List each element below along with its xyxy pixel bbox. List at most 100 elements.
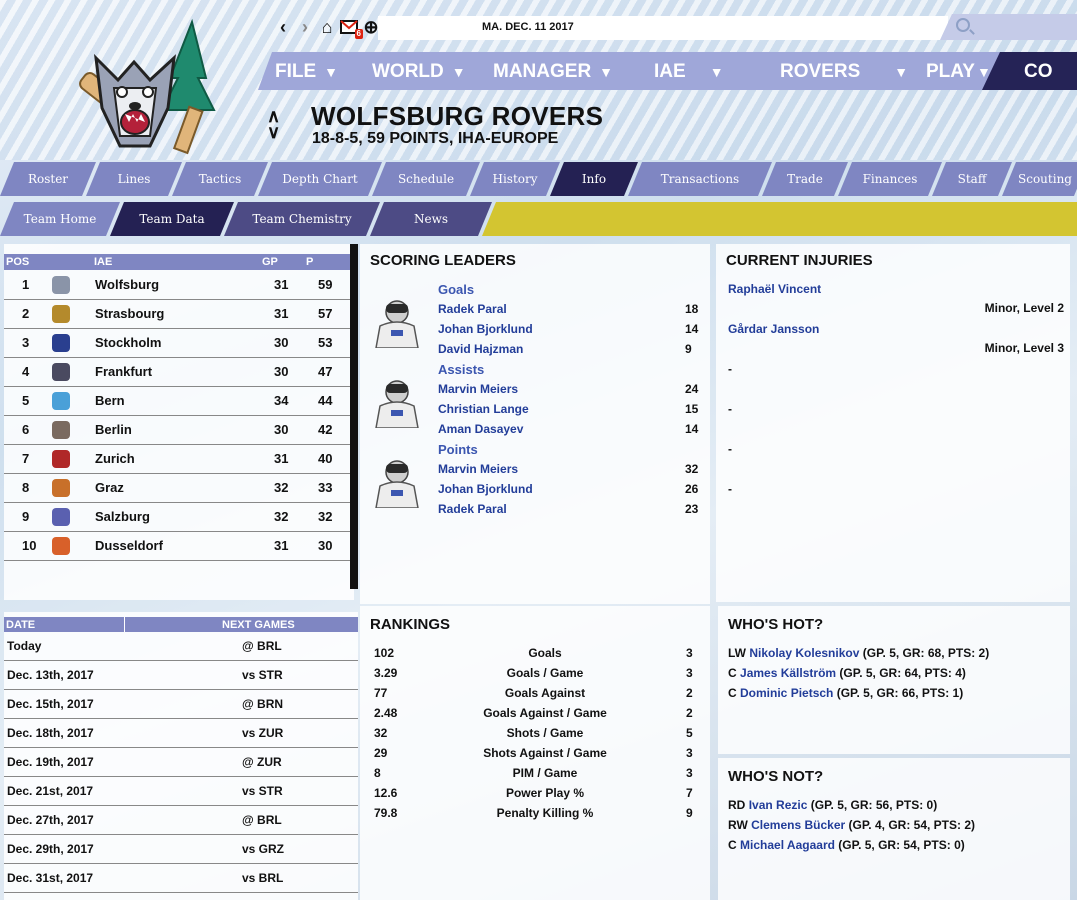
leader-player-link[interactable]: Marvin Meiers	[438, 382, 518, 396]
menu-iae[interactable]: IAE ▼	[654, 61, 724, 83]
menu-world[interactable]: WORLD ▼	[372, 61, 466, 83]
ranking-label: Goals Against	[504, 686, 586, 700]
standings-pos: 6	[22, 422, 30, 437]
standings-team: Wolfsburg	[95, 277, 160, 292]
tab-tactics[interactable]: Tactics	[172, 162, 268, 196]
team-logo-icon	[52, 421, 70, 439]
tab-lines[interactable]: Lines	[86, 162, 182, 196]
leader-player-link[interactable]: Johan Bjorklund	[438, 322, 533, 336]
tab-news[interactable]: News	[370, 202, 492, 236]
game-opponent: vs ZUR	[242, 726, 284, 740]
tab-scouting[interactable]: Scouting	[1002, 162, 1077, 196]
home-icon[interactable]: ⌂	[316, 15, 338, 39]
search-input[interactable]	[940, 14, 1077, 40]
back-arrow-icon[interactable]: ‹	[272, 15, 294, 39]
player-name-link[interactable]: Clemens Bücker	[751, 818, 845, 832]
standings-pos: 1	[22, 277, 30, 292]
game-row[interactable]: Dec. 29th, 2017 vs GRZ	[4, 835, 358, 864]
player-avatar	[372, 376, 422, 429]
chevron-down-icon: ▼	[894, 64, 909, 80]
menu-rovers[interactable]: ROVERS ▼	[780, 61, 908, 83]
standings-row[interactable]: 3 Stockholm 30 53	[4, 329, 350, 358]
player-line: LW Nikolay Kolesnikov (GP. 5, GR: 68, PT…	[728, 646, 989, 660]
leader-player-link[interactable]: Radek Paral	[438, 302, 507, 316]
game-row[interactable]: Dec. 15th, 2017 @ BRN	[4, 690, 358, 719]
standings-row[interactable]: 5 Bern 34 44	[4, 387, 350, 416]
standings-row[interactable]: 7 Zurich 31 40	[4, 445, 350, 474]
player-name-link[interactable]: Michael Aagaard	[740, 838, 835, 852]
injured-player-link[interactable]: Gårdar Jansson	[728, 322, 819, 336]
standings-row[interactable]: 2 Strasbourg 31 57	[4, 300, 350, 329]
team-logo-icon	[52, 334, 70, 352]
ranking-rank: 3	[686, 666, 693, 680]
tab-schedule[interactable]: Schedule	[372, 162, 480, 196]
tab-team-home[interactable]: Team Home	[0, 202, 120, 236]
player-name-link[interactable]: James Källström	[740, 666, 836, 680]
leader-player-link[interactable]: David Hajzman	[438, 342, 523, 356]
standings-points: 53	[318, 335, 333, 350]
leader-player-link[interactable]: Christian Lange	[438, 402, 529, 416]
scoring-leaders-title: SCORING LEADERS	[370, 252, 516, 269]
leader-value: 24	[685, 382, 699, 396]
menu-play[interactable]: PLAY ▼	[926, 61, 991, 83]
leader-player-link[interactable]: Radek Paral	[438, 502, 507, 516]
player-position: RW	[728, 818, 748, 832]
standings-row[interactable]: 8 Graz 32 33	[4, 474, 350, 503]
game-row[interactable]: Dec. 31st, 2017 vs BRL	[4, 864, 358, 893]
standings-points: 42	[318, 422, 333, 437]
tab-trade[interactable]: Trade	[762, 162, 848, 196]
current-date: MA. DEC. 11 2017	[482, 21, 574, 33]
game-row[interactable]: Dec. 27th, 2017 @ BRL	[4, 806, 358, 835]
leader-player-link[interactable]: Aman Dasayev	[438, 422, 523, 436]
standings-scrollbar[interactable]	[350, 244, 358, 589]
game-row[interactable]: Dec. 18th, 2017 vs ZUR	[4, 719, 358, 748]
standings-row[interactable]: 9 Salzburg 32 32	[4, 503, 350, 532]
secondary-tabs: Team Home Team Data Team Chemistry News	[0, 202, 1077, 236]
player-name-link[interactable]: Nikolay Kolesnikov	[749, 646, 859, 660]
standings-row[interactable]: 1 Wolfsburg 31 59	[4, 271, 350, 300]
game-row[interactable]: Dec. 21st, 2017 vs STR	[4, 777, 358, 806]
team-logo	[74, 18, 224, 160]
ranking-label: Penalty Killing %	[496, 806, 594, 820]
injured-player-link[interactable]: Raphaël Vincent	[728, 282, 821, 296]
tab-team-data[interactable]: Team Data	[110, 202, 234, 236]
search-icon[interactable]	[956, 18, 970, 32]
standings-gp: 30	[274, 364, 289, 379]
tab-history[interactable]: History	[470, 162, 560, 196]
game-row[interactable]: Dec. 19th, 2017 @ ZUR	[4, 748, 358, 777]
empty-slot: -	[728, 442, 732, 456]
tab-roster[interactable]: Roster	[0, 162, 96, 196]
standings-row[interactable]: 6 Berlin 30 42	[4, 416, 350, 445]
menu-file[interactable]: FILE ▼	[275, 61, 338, 83]
leader-value: 9	[685, 342, 692, 356]
game-row[interactable]: Dec. 13th, 2017 vs STR	[4, 661, 358, 690]
standings-row[interactable]: 10 Dusseldorf 31 30	[4, 532, 350, 561]
ranking-value: 29	[374, 746, 388, 760]
standings-team: Stockholm	[95, 335, 162, 350]
player-stats: (GP. 5, GR: 64, PTS: 4)	[839, 666, 966, 680]
menu-manager[interactable]: MANAGER ▼	[493, 61, 613, 83]
leader-player-link[interactable]: Johan Bjorklund	[438, 482, 533, 496]
leader-value: 26	[685, 482, 699, 496]
tab-info[interactable]: Info	[550, 162, 638, 196]
next-games-header: DATE NEXT GAMES	[4, 617, 358, 632]
tab-finances[interactable]: Finances	[838, 162, 942, 196]
tab-team-chemistry[interactable]: Team Chemistry	[224, 202, 380, 236]
standings-gp: 30	[274, 422, 289, 437]
leader-player-link[interactable]: Marvin Meiers	[438, 462, 518, 476]
player-stats: (GP. 5, GR: 56, PTS: 0)	[810, 798, 938, 812]
empty-slot: -	[728, 482, 732, 496]
team-switch-arrows[interactable]: ∧ ∨	[267, 107, 280, 141]
player-name-link[interactable]: Dominic Pietsch	[740, 686, 833, 700]
forward-arrow-icon[interactable]: ›	[294, 15, 316, 39]
ranking-value: 32	[374, 726, 388, 740]
mail-icon[interactable]: 6	[338, 15, 363, 39]
whos-hot-panel: WHO'S HOT? LW Nikolay Kolesnikov (GP. 5,…	[718, 606, 1070, 754]
leader-category: Points	[438, 442, 478, 457]
standings-row[interactable]: 4 Frankfurt 30 47	[4, 358, 350, 387]
game-row[interactable]: Today @ BRL	[4, 632, 358, 661]
tab-transactions[interactable]: Transactions	[628, 162, 772, 196]
tab-staff[interactable]: Staff	[932, 162, 1012, 196]
player-name-link[interactable]: Ivan Rezic	[749, 798, 808, 812]
tab-depth-chart[interactable]: Depth Chart	[258, 162, 382, 196]
